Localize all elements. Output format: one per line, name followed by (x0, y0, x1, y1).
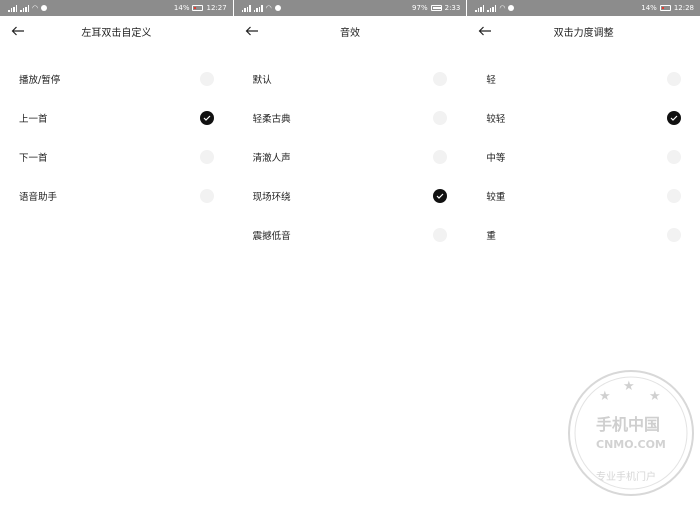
checkmark-icon (203, 115, 211, 121)
status-bar: ◠ 14% 12:28 (467, 0, 700, 16)
radio-button[interactable] (433, 227, 448, 242)
option-item[interactable]: 重 (467, 215, 700, 254)
radio-button[interactable] (433, 71, 448, 86)
screen-left-ear-double-tap: ◠ 14% 12:27 左耳双击自定义 播放/暂停 上一首 下一首 语音助手 (0, 0, 233, 506)
option-item[interactable]: 现场环绕 (234, 176, 467, 215)
status-time: 2:33 (444, 4, 461, 12)
wifi-icon: ◠ (265, 3, 272, 12)
option-item[interactable]: 播放/暂停 (0, 59, 233, 98)
radio-button[interactable] (199, 149, 214, 164)
status-bar: ◠ 97% 2:33 (233, 0, 467, 16)
battery-percent: 14% (173, 4, 190, 12)
option-label: 轻柔古典 (252, 113, 291, 125)
battery-percent: 97% (412, 4, 428, 12)
header: 左耳双击自定义 (0, 16, 233, 46)
screens-container: ◠ 14% 12:27 左耳双击自定义 播放/暂停 上一首 下一首 语音助手 ◠… (0, 0, 700, 506)
notification-icon (274, 5, 281, 11)
option-item[interactable]: 震撼低音 (234, 215, 467, 254)
wifi-icon: ◠ (499, 3, 506, 12)
page-title: 音效 (340, 27, 360, 39)
option-label: 中等 (486, 152, 506, 164)
option-list: 轻 较轻 中等 较重 重 (467, 59, 700, 254)
option-item[interactable]: 下一首 (0, 137, 233, 176)
option-label: 较轻 (486, 113, 506, 125)
status-bar: ◠ 14% 12:27 (0, 0, 233, 16)
checkmark-icon (436, 193, 444, 199)
option-label: 较重 (486, 191, 506, 203)
battery-icon (659, 5, 671, 11)
option-label: 上一首 (19, 113, 48, 125)
back-arrow-icon[interactable] (244, 23, 260, 39)
option-label: 语音助手 (19, 191, 58, 203)
option-item[interactable]: 轻柔古典 (234, 98, 467, 137)
option-label: 清澈人声 (252, 152, 291, 164)
option-item[interactable]: 较重 (467, 176, 700, 215)
option-label: 默认 (252, 74, 272, 86)
header: 双击力度调整 (467, 16, 700, 46)
option-item[interactable]: 语音助手 (0, 176, 233, 215)
radio-button-checked[interactable] (667, 110, 682, 125)
radio-button[interactable] (667, 227, 682, 242)
battery-icon (192, 5, 204, 11)
page-title: 双击力度调整 (553, 27, 614, 39)
option-item[interactable]: 轻 (467, 59, 700, 98)
radio-button-checked[interactable] (199, 110, 214, 125)
status-time: 12:27 (206, 4, 227, 12)
option-list: 播放/暂停 上一首 下一首 语音助手 (0, 59, 233, 215)
option-item[interactable]: 上一首 (0, 98, 233, 137)
radio-button[interactable] (433, 149, 448, 164)
option-item[interactable]: 中等 (467, 137, 700, 176)
page-title: 左耳双击自定义 (81, 27, 152, 39)
signal-icon (8, 4, 17, 12)
option-label: 轻 (486, 74, 496, 86)
signal-icon (487, 4, 497, 12)
signal-icon (20, 4, 29, 12)
option-label: 现场环绕 (252, 191, 291, 203)
option-item[interactable]: 较轻 (467, 98, 700, 137)
signal-icon (475, 4, 485, 12)
option-label: 下一首 (19, 152, 48, 164)
back-arrow-icon[interactable] (477, 23, 493, 39)
option-item[interactable]: 清澈人声 (234, 137, 467, 176)
battery-percent: 14% (641, 4, 657, 12)
screen-sound-effects: ◠ 97% 2:33 音效 默认 轻柔古典 清澈人声 现场环绕 震撼低音 (232, 0, 467, 506)
notification-icon (41, 5, 48, 11)
radio-button[interactable] (199, 188, 214, 203)
signal-icon (241, 4, 251, 12)
radio-button[interactable] (199, 71, 214, 86)
status-time: 12:28 (673, 4, 695, 12)
radio-button-checked[interactable] (433, 188, 448, 203)
checkmark-icon (670, 115, 678, 121)
radio-button[interactable] (667, 188, 682, 203)
notification-icon (508, 5, 515, 11)
back-arrow-icon[interactable] (10, 23, 26, 39)
option-list: 默认 轻柔古典 清澈人声 现场环绕 震撼低音 (234, 59, 467, 254)
radio-button[interactable] (667, 71, 682, 86)
option-label: 播放/暂停 (19, 74, 61, 86)
battery-icon (430, 5, 442, 11)
wifi-icon: ◠ (32, 3, 39, 12)
radio-button[interactable] (667, 149, 682, 164)
header: 音效 (234, 16, 467, 46)
option-label: 震撼低音 (252, 230, 291, 242)
signal-icon (253, 4, 263, 12)
option-item[interactable]: 默认 (234, 59, 467, 98)
radio-button[interactable] (433, 110, 448, 125)
option-label: 重 (486, 230, 496, 242)
screen-double-tap-strength: ◠ 14% 12:28 双击力度调整 轻 较轻 中等 较重 重 (466, 0, 700, 506)
